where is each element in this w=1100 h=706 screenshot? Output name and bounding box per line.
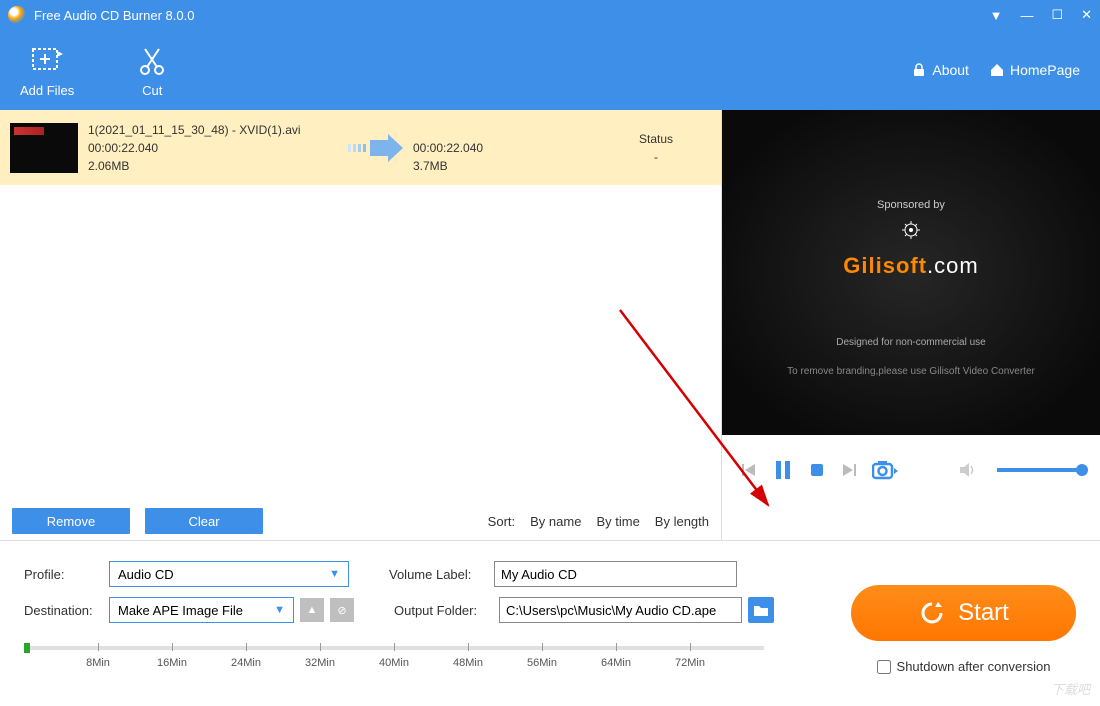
cut-icon bbox=[134, 43, 170, 79]
timeline-tick bbox=[246, 643, 247, 651]
start-button[interactable]: Start bbox=[851, 585, 1076, 641]
profile-label: Profile: bbox=[24, 567, 109, 582]
convert-arrow-icon bbox=[348, 134, 413, 162]
app-logo-icon bbox=[8, 6, 26, 24]
sort-by-name[interactable]: By name bbox=[530, 514, 581, 529]
timeline-tick bbox=[320, 643, 321, 651]
preview-scribble bbox=[910, 168, 913, 179]
destination-label: Destination: bbox=[24, 603, 109, 618]
main-area: 1(2021_01_11_15_30_48) - XVID(1).avi 00:… bbox=[0, 110, 1100, 540]
timeline-label: 32Min bbox=[305, 657, 335, 669]
homepage-link[interactable]: HomePage bbox=[989, 62, 1080, 78]
add-files-label: Add Files bbox=[20, 83, 74, 98]
sponsored-label: Sponsored by bbox=[877, 199, 945, 211]
file-out-duration: 00:00:22.040 bbox=[413, 139, 583, 157]
list-actions: Remove Clear Sort: By name By time By le… bbox=[0, 498, 721, 540]
volume-label-text: Volume Label: bbox=[389, 567, 494, 582]
pause-button[interactable] bbox=[772, 459, 794, 481]
timeline-tick bbox=[690, 643, 691, 651]
start-label: Start bbox=[958, 599, 1009, 627]
bottom-panel: Profile: Audio CD▼ Volume Label: Destina… bbox=[0, 540, 1100, 706]
timeline-label: 72Min bbox=[675, 657, 705, 669]
volume-slider[interactable] bbox=[997, 468, 1082, 472]
timeline-progress bbox=[24, 643, 30, 653]
status-value: - bbox=[621, 148, 691, 166]
remove-branding-text: To remove branding,please use Gilisoft V… bbox=[787, 366, 1035, 377]
prev-button[interactable] bbox=[740, 461, 758, 479]
watermark: 下载吧 bbox=[1051, 679, 1090, 698]
timeline-label: 16Min bbox=[157, 657, 187, 669]
cut-button[interactable]: Cut bbox=[134, 43, 170, 98]
sort-by-length[interactable]: By length bbox=[655, 514, 709, 529]
volume-icon[interactable] bbox=[959, 461, 979, 479]
player-controls bbox=[722, 435, 1100, 505]
file-name: 1(2021_01_11_15_30_48) - XVID(1).avi bbox=[88, 121, 348, 139]
timeline-label: 64Min bbox=[601, 657, 631, 669]
timeline-tick bbox=[616, 643, 617, 651]
timeline-label: 24Min bbox=[231, 657, 261, 669]
remove-button[interactable]: Remove bbox=[12, 508, 130, 534]
profile-combo[interactable]: Audio CD▼ bbox=[109, 561, 349, 587]
chevron-down-icon: ▼ bbox=[329, 568, 340, 580]
eject-button[interactable]: ▲ bbox=[300, 598, 324, 622]
cut-label: Cut bbox=[142, 83, 162, 98]
sort-by-time[interactable]: By time bbox=[596, 514, 639, 529]
timeline-tick bbox=[394, 643, 395, 651]
file-source-info: 1(2021_01_11_15_30_48) - XVID(1).avi 00:… bbox=[88, 121, 348, 175]
dropdown-icon[interactable]: ▼ bbox=[990, 8, 1003, 23]
video-preview: Sponsored by Gilisoft.com Designed for n… bbox=[722, 110, 1100, 435]
home-icon bbox=[989, 62, 1005, 78]
timeline-tick bbox=[98, 643, 99, 651]
gear-icon bbox=[902, 221, 920, 239]
destination-combo[interactable]: Make APE Image File▼ bbox=[109, 597, 294, 623]
browse-folder-button[interactable] bbox=[748, 597, 774, 623]
maximize-button[interactable]: ☐ bbox=[1051, 7, 1063, 23]
refresh-icon bbox=[918, 599, 946, 627]
preview-panel: Sponsored by Gilisoft.com Designed for n… bbox=[722, 110, 1100, 540]
next-button[interactable] bbox=[840, 461, 858, 479]
folder-icon bbox=[753, 603, 769, 617]
status-header: Status bbox=[621, 130, 691, 148]
file-output-info: 00:00:22.040 3.7MB bbox=[413, 121, 583, 175]
shutdown-checkbox-row[interactable]: Shutdown after conversion bbox=[877, 659, 1051, 674]
timeline-tick bbox=[468, 643, 469, 651]
file-thumbnail bbox=[10, 123, 78, 173]
titlebar: Free Audio CD Burner 8.0.0 ▼ — ☐ ✕ bbox=[0, 0, 1100, 30]
about-link[interactable]: About bbox=[911, 62, 969, 78]
designed-text: Designed for non-commercial use bbox=[836, 337, 986, 348]
file-out-size: 3.7MB bbox=[413, 157, 583, 175]
close-button[interactable]: ✕ bbox=[1081, 7, 1092, 23]
brand-text: Gilisoft.com bbox=[843, 253, 978, 279]
file-row[interactable]: 1(2021_01_11_15_30_48) - XVID(1).avi 00:… bbox=[0, 110, 721, 185]
file-size: 2.06MB bbox=[88, 157, 348, 175]
minimize-button[interactable]: — bbox=[1020, 8, 1033, 23]
add-files-icon bbox=[29, 43, 65, 79]
sort-controls: Sort: By name By time By length bbox=[488, 514, 709, 529]
clear-button[interactable]: Clear bbox=[145, 508, 263, 534]
file-status: Status - bbox=[621, 130, 691, 166]
timeline-tick bbox=[542, 643, 543, 651]
stop-button[interactable] bbox=[808, 461, 826, 479]
erase-button[interactable]: ⊘ bbox=[330, 598, 354, 622]
toolbar: Add Files Cut About HomePage bbox=[0, 30, 1100, 110]
lock-icon bbox=[911, 62, 927, 78]
timeline-tick bbox=[172, 643, 173, 651]
snapshot-button[interactable] bbox=[872, 460, 898, 480]
timeline-label: 48Min bbox=[453, 657, 483, 669]
file-list: 1(2021_01_11_15_30_48) - XVID(1).avi 00:… bbox=[0, 110, 722, 540]
disc-timeline[interactable]: 8Min 16Min 24Min 32Min 40Min 48Min 56Min 64Min 7… bbox=[24, 643, 764, 683]
timeline-label: 56Min bbox=[527, 657, 557, 669]
app-title: Free Audio CD Burner 8.0.0 bbox=[34, 8, 194, 23]
add-files-button[interactable]: Add Files bbox=[20, 43, 74, 98]
timeline-label: 40Min bbox=[379, 657, 409, 669]
shutdown-label: Shutdown after conversion bbox=[897, 659, 1051, 674]
output-folder-label: Output Folder: bbox=[394, 603, 499, 618]
file-duration: 00:00:22.040 bbox=[88, 139, 348, 157]
chevron-down-icon: ▼ bbox=[274, 604, 285, 616]
shutdown-checkbox[interactable] bbox=[877, 660, 891, 674]
sort-label: Sort: bbox=[488, 514, 515, 529]
timeline-label: 8Min bbox=[86, 657, 110, 669]
volume-label-input[interactable] bbox=[494, 561, 737, 587]
output-folder-input[interactable] bbox=[499, 597, 742, 623]
